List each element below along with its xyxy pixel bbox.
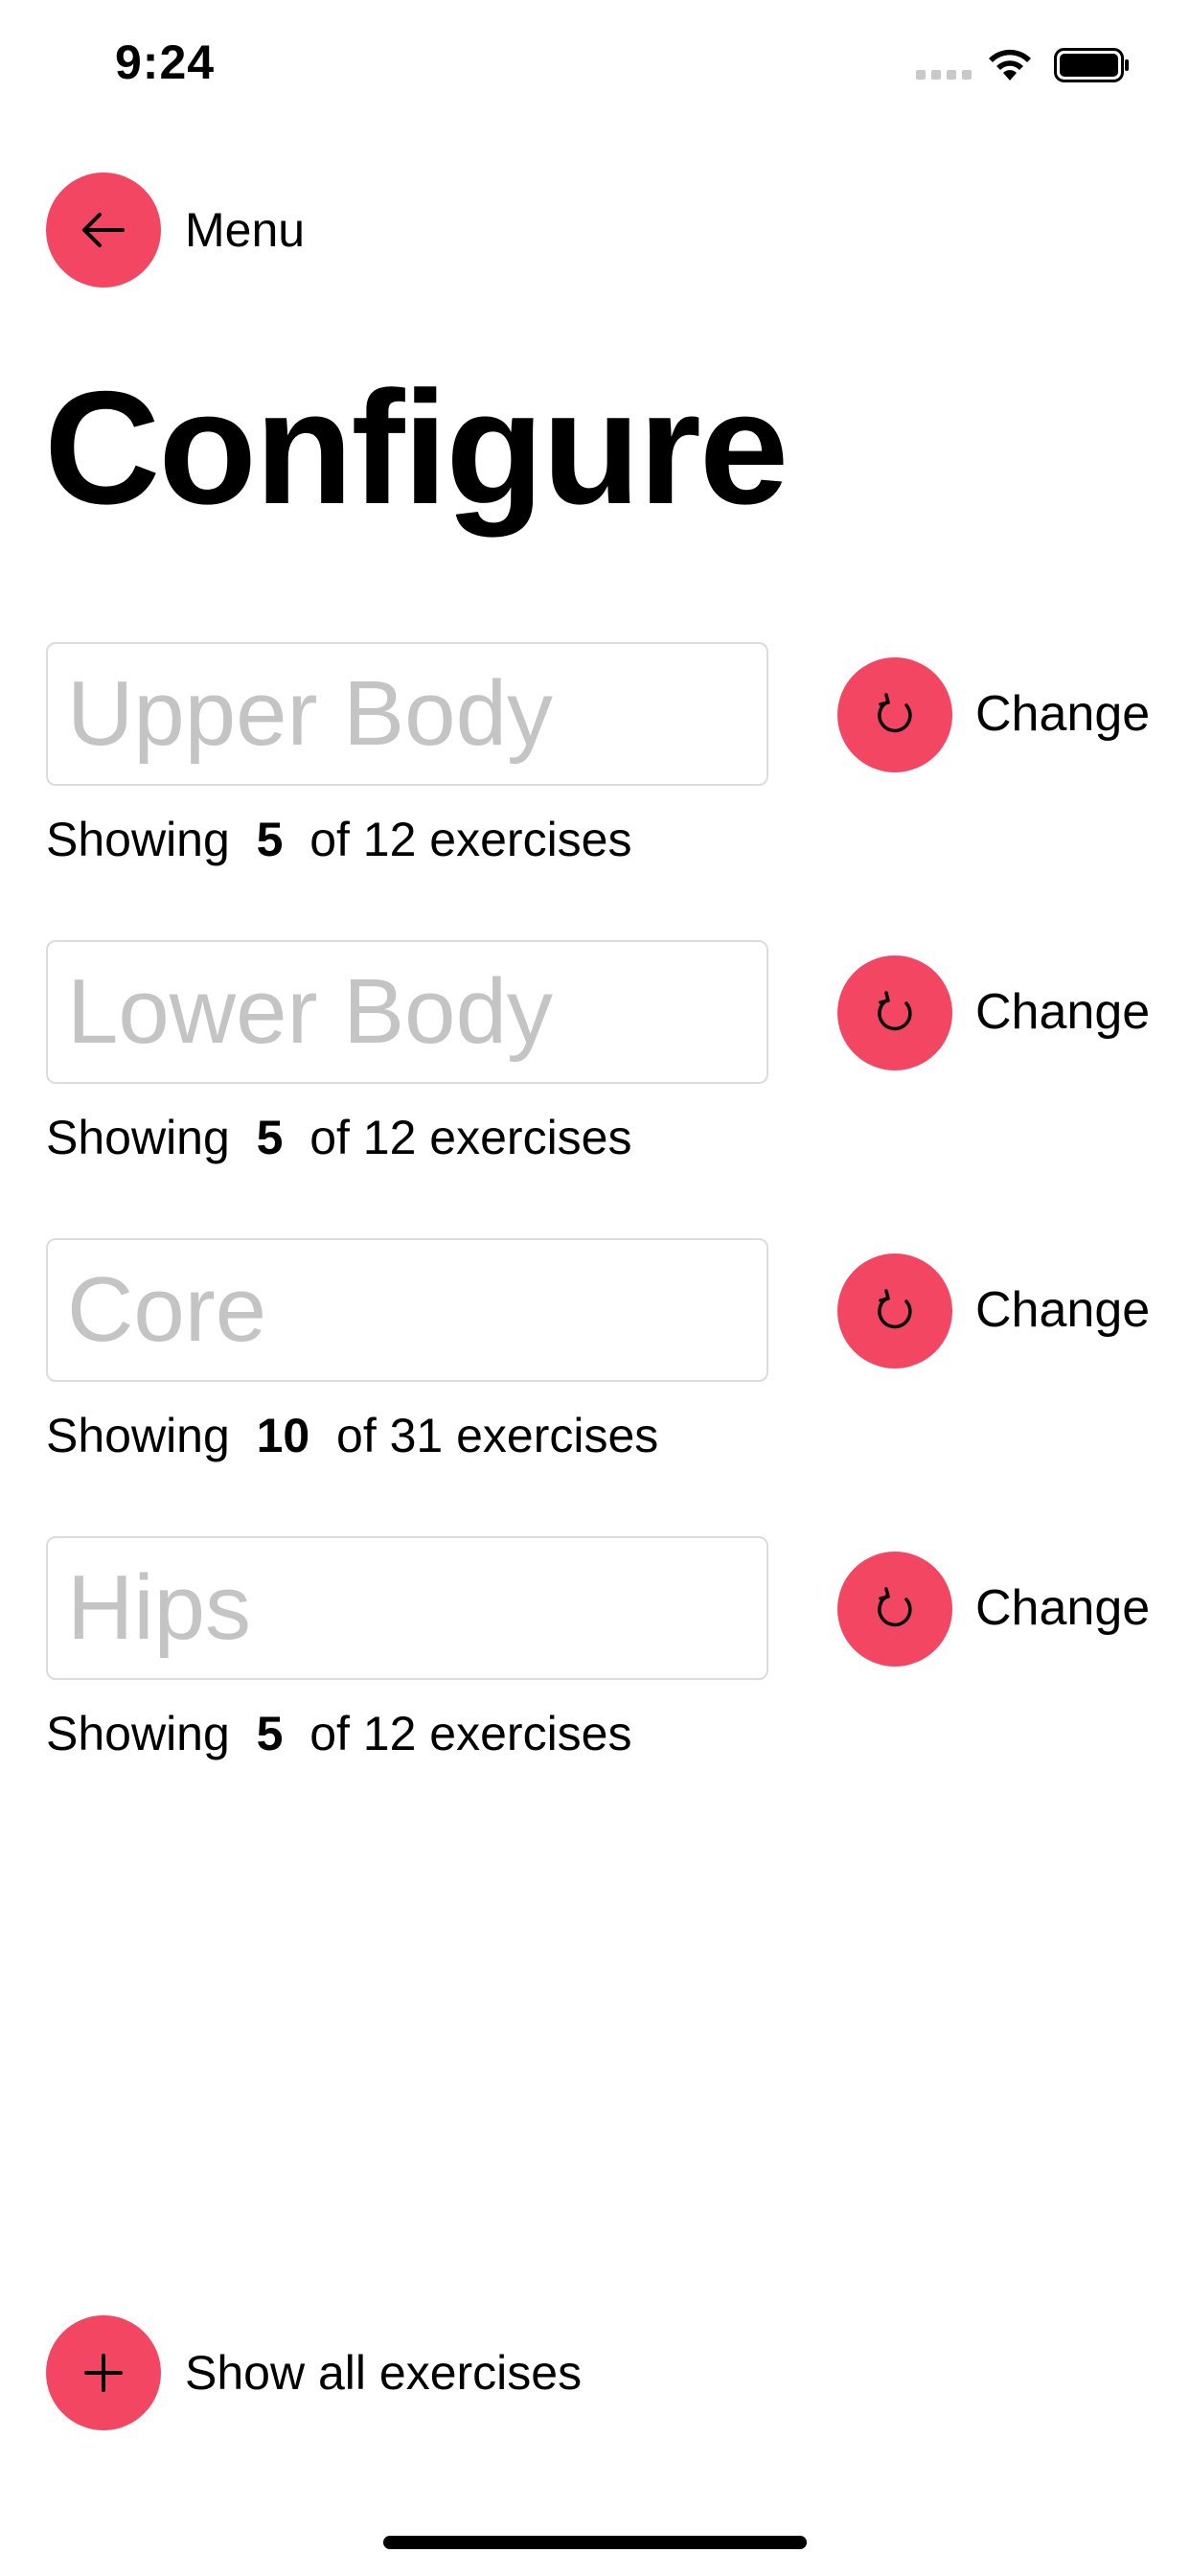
exercise-count-text: Showing 5 of 12 exercises — [46, 1705, 631, 1762]
category-name-input[interactable] — [46, 1536, 768, 1680]
category-row: Change Showing 5 of 12 exercises — [0, 940, 1190, 1189]
showing-prefix: Showing — [46, 1707, 230, 1760]
showing-prefix: Showing — [46, 813, 230, 866]
showing-prefix: Showing — [46, 1409, 230, 1462]
change-button[interactable] — [837, 955, 952, 1070]
category-row: Change Showing 5 of 12 exercises — [0, 1536, 1190, 1785]
refresh-icon — [878, 693, 912, 733]
category-name-input[interactable] — [46, 940, 768, 1084]
showing-suffix: of 12 exercises — [309, 1111, 632, 1164]
wifi-icon — [989, 49, 1031, 80]
show-all-label[interactable]: Show all exercises — [185, 2344, 582, 2402]
showing-suffix: of 12 exercises — [309, 813, 632, 866]
arrow-left-icon — [82, 213, 125, 247]
signal-icon — [916, 70, 972, 80]
home-indicator[interactable] — [383, 2536, 807, 2549]
category-row: Change Showing 10 of 31 exercises — [0, 1238, 1190, 1487]
change-button[interactable] — [837, 1254, 952, 1368]
showing-prefix: Showing — [46, 1111, 230, 1164]
refresh-icon — [878, 1587, 912, 1627]
showing-count: 5 — [256, 813, 284, 866]
showing-count: 5 — [256, 1707, 284, 1760]
page-title: Configure — [44, 357, 789, 538]
back-button[interactable] — [46, 172, 161, 288]
showing-count: 10 — [256, 1409, 310, 1462]
change-label[interactable]: Change — [975, 1281, 1150, 1339]
category-name-input[interactable] — [46, 1238, 768, 1382]
exercise-count-text: Showing 5 of 12 exercises — [46, 811, 631, 868]
battery-icon — [1054, 48, 1129, 82]
showing-suffix: of 12 exercises — [309, 1707, 632, 1760]
change-button[interactable] — [837, 657, 952, 772]
showing-count: 5 — [256, 1111, 284, 1164]
back-label[interactable]: Menu — [185, 203, 305, 257]
change-label[interactable]: Change — [975, 983, 1150, 1041]
plus-button[interactable] — [46, 2315, 161, 2430]
plus-icon — [84, 2354, 123, 2392]
change-button[interactable] — [837, 1552, 952, 1667]
refresh-icon — [878, 1289, 912, 1329]
category-name-input[interactable] — [46, 642, 768, 786]
status-time: 9:24 — [115, 35, 216, 89]
exercise-count-text: Showing 5 of 12 exercises — [46, 1109, 631, 1166]
refresh-icon — [878, 991, 912, 1031]
exercise-count-text: Showing 10 of 31 exercises — [46, 1407, 658, 1464]
show-all-exercises-button[interactable]: Show all exercises — [46, 2315, 582, 2430]
change-label[interactable]: Change — [975, 685, 1150, 743]
change-label[interactable]: Change — [975, 1579, 1150, 1637]
category-row: Change Showing 5 of 12 exercises — [0, 642, 1190, 891]
showing-suffix: of 31 exercises — [336, 1409, 659, 1462]
